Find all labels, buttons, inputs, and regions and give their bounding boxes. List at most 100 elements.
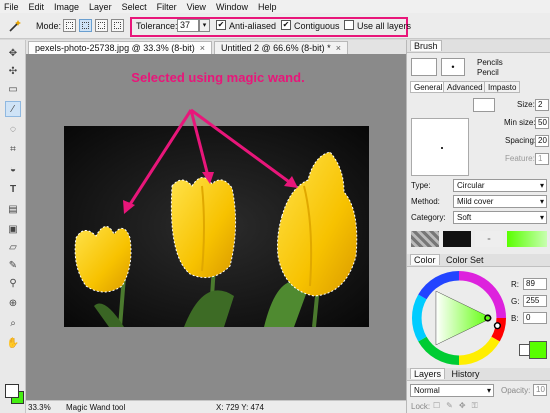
magic-wand-tool-icon[interactable]: ⁄ [5,101,21,117]
tolerance-dropdown-button[interactable]: ▾ [199,19,210,32]
menu-window[interactable]: Window [216,2,248,12]
toolbox: ✥ ✣ ▭ ⁄ ◌ ⌗ ◒ T ▤ ▣ ▱ ✎ ⚲ ⊕ ⌕ ✋ [0,40,26,413]
texture-swatch[interactable] [411,231,439,247]
annotation-text: Selected using magic wand. [131,70,305,85]
lasso-tool-icon[interactable]: ◌ [6,122,20,136]
spacing-input[interactable]: 20 [535,135,549,147]
lock-transparency-icon[interactable]: ☐ [433,401,440,411]
menu-layer[interactable]: Layer [89,2,112,12]
brush-tool-icon[interactable]: ✎ [6,258,20,272]
tab-color-set[interactable]: Color Set [446,255,484,265]
r-input[interactable]: 89 [523,278,547,290]
mode-replace-button[interactable] [63,19,76,32]
brush-preset-icon[interactable] [411,58,437,76]
mode-add-button[interactable] [79,19,92,32]
hand-tool-icon[interactable]: ✋ [6,336,20,350]
lock-paint-icon[interactable]: ✎ [446,401,453,411]
anti-aliased-label: Anti-aliased [229,21,277,31]
rect-select-tool-icon[interactable]: ▭ [6,82,20,96]
tab-general[interactable]: General [410,81,447,93]
close-icon[interactable]: × [336,43,341,53]
status-coords: X: 729 Y: 474 [216,403,264,412]
mode-intersect-button[interactable] [111,19,124,32]
color-wheel[interactable] [411,270,507,366]
brush-panel-header: Brush [407,40,550,53]
lock-options[interactable]: ☐ ✎ ✥ ⚿ [433,401,545,411]
fill-tool-icon[interactable]: ◒ [6,162,20,176]
category-select[interactable]: Soft [453,211,547,224]
size-input[interactable]: 2 [535,99,549,111]
tab-color[interactable]: Color [410,254,440,265]
crop-tool-icon[interactable]: ⌗ [6,142,20,156]
transform-tool-icon[interactable]: ✣ [6,64,20,78]
mode-label: Mode: [36,21,62,31]
type-label: Type: [411,181,431,190]
contiguous-label: Contiguous [294,21,340,31]
text-tool-icon[interactable]: T [6,182,20,196]
status-bar: 33.3% Magic Wand tool X: 729 Y: 474 [26,400,406,413]
tolerance-input[interactable]: 37 [177,19,199,32]
tulip-photo [64,126,369,327]
tool-options-bar: Mode: Tolerance: 37 ▾ ✔ Anti-aliased ✔ C… [0,13,550,39]
opacity-input[interactable]: 10 [533,384,547,396]
brush-shape-button[interactable]: • [441,58,465,76]
opacity-label: Opacity: [501,386,531,395]
right-panel: Brush • Pencils Pencil General Advanced … [406,40,550,413]
brush-panel-title[interactable]: Brush [410,40,442,51]
tab-document-2[interactable]: Untitled 2 @ 66.6% (8-bit) * × [214,41,348,54]
min-size-label: Min size: [504,118,536,127]
r-label: R: [511,280,519,289]
color-panel-header: Color Color Set [407,254,550,267]
contiguous-checkbox[interactable]: ✔ [281,20,291,30]
g-input[interactable]: 255 [523,295,547,307]
brush-preset-category: Pencils [477,58,503,67]
eraser-tool-icon[interactable]: ▱ [6,240,20,254]
method-select[interactable]: Mild cover [453,195,547,208]
panel-current-color-swatch[interactable] [529,341,547,359]
status-zoom[interactable]: 33.3% [28,403,51,412]
lock-move-icon[interactable]: ✥ [459,401,466,411]
layers-panel-header: Layers History [407,368,550,381]
tab-document-1[interactable]: pexels-photo-25738.jpg @ 33.3% (8-bit) × [28,41,212,54]
type-select[interactable]: Circular [453,179,547,192]
menu-file[interactable]: File [4,2,19,12]
status-tool: Magic Wand tool [66,403,126,412]
menu-image[interactable]: Image [54,2,79,12]
magic-wand-icon [9,20,21,32]
menu-view[interactable]: View [187,2,206,12]
shape-tool-icon[interactable]: ▣ [6,222,20,236]
menu-edit[interactable]: Edit [29,2,45,12]
menu-filter[interactable]: Filter [157,2,177,12]
texture-swatch-dots[interactable] [475,231,503,247]
blend-mode-select[interactable]: Normal [410,384,494,397]
menu-help[interactable]: Help [258,2,277,12]
tab-advanced[interactable]: Advanced [443,81,487,93]
tab-history[interactable]: History [452,369,480,379]
zoom-tool-icon[interactable]: ⌕ [6,316,20,330]
canvas-area[interactable]: Selected using magic wand. [26,54,406,400]
lock-all-icon[interactable]: ⚿ [472,401,478,411]
brush-tip-icon[interactable] [473,98,495,112]
anti-aliased-checkbox[interactable]: ✔ [216,20,226,30]
spacing-label: Spacing: [505,136,537,145]
foreground-color-swatch[interactable] [5,384,19,398]
b-input[interactable]: 0 [523,312,547,324]
mode-subtract-button[interactable] [95,19,108,32]
min-size-input[interactable]: 50 [535,117,549,129]
gradient-swatch[interactable] [507,231,547,247]
feature-input[interactable]: 1 [535,153,549,165]
use-all-layers-label: Use all layers [357,21,412,31]
use-all-layers-checkbox[interactable] [344,20,354,30]
brush-preview [411,118,469,176]
gradient-tool-icon[interactable]: ▤ [6,202,20,216]
lock-label: Lock: [411,402,431,411]
menu-select[interactable]: Select [122,2,147,12]
eyedropper-tool-icon[interactable]: ⚲ [6,276,20,290]
move-tool-icon[interactable]: ✥ [6,46,20,60]
tab-layers[interactable]: Layers [410,368,446,379]
texture-swatch-dark[interactable] [443,231,471,247]
clone-tool-icon[interactable]: ⊕ [6,296,20,310]
g-label: G: [511,297,520,306]
tab-impasto[interactable]: Impasto [484,81,521,93]
close-icon[interactable]: × [200,43,205,53]
